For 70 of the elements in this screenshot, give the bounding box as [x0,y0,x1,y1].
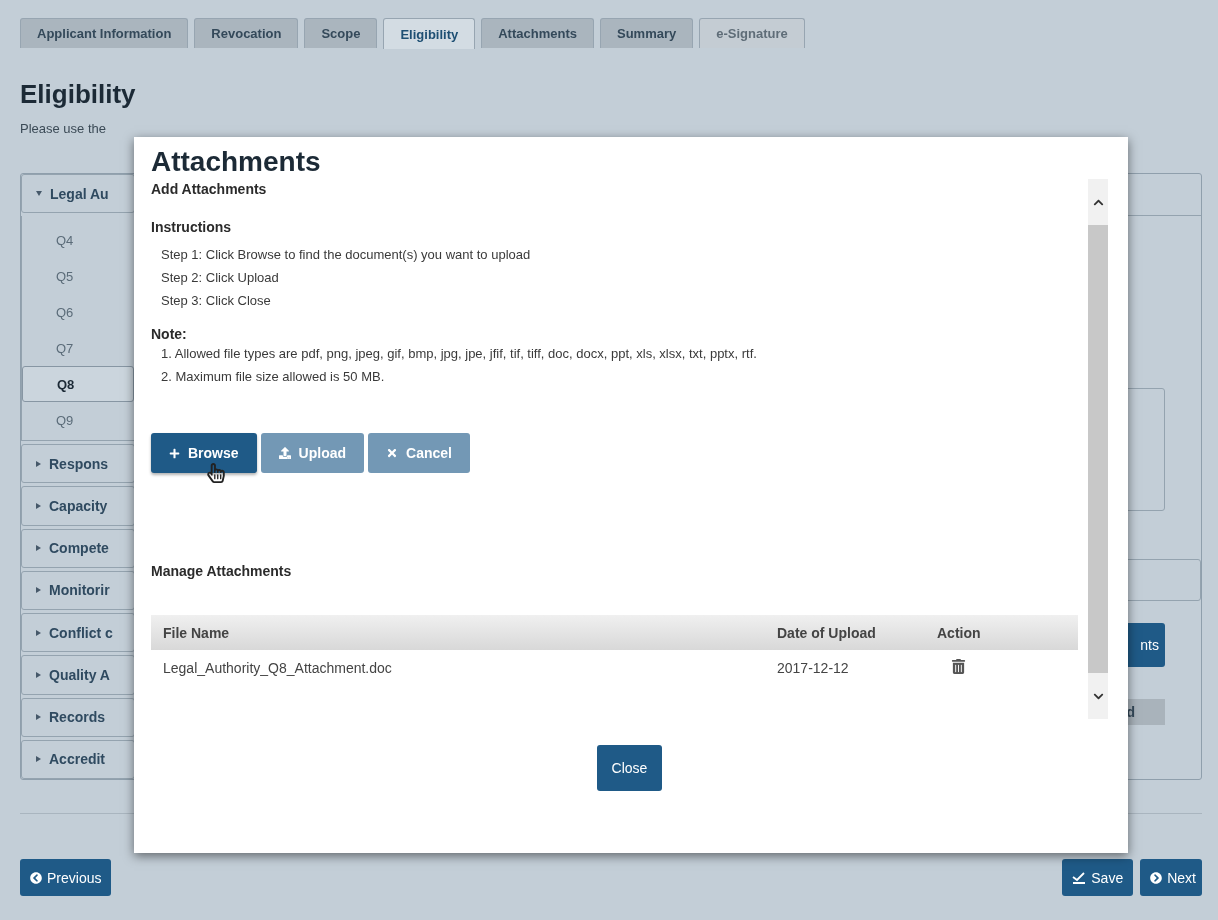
note-text: 1. Allowed file types are pdf, png, jpeg, gif, bmp, jpg, jpe, jfif, tif, tiff, doc, docx, ppt, xls, xlsx, txt, pptx, rtf. [160,345,758,363]
instruction-step: Step 2: Click Upload [151,266,1078,289]
question-item[interactable]: Q4 [22,222,134,259]
section-header[interactable]: Respons [21,444,135,484]
tab[interactable]: Attachments [481,18,594,48]
hand-cursor-icon [206,463,226,483]
close-icon [386,447,399,459]
tab[interactable]: Summary [600,18,694,48]
column-header: Action [937,624,982,641]
dialog-title: Attachments [151,145,322,179]
instruction-step: Step 1: Click Browse to find the document(s) you want to upload [151,243,1078,266]
section-header[interactable]: Monitorir [21,570,135,611]
tab[interactable]: Scope [304,18,378,48]
save-button[interactable]: Save [1062,859,1134,896]
check-icon [1072,871,1087,884]
caret-icon [36,671,41,678]
caret-icon [36,191,42,197]
instruction-step: Step 3: Click Close [151,289,1078,312]
plus-icon [169,447,180,459]
section-header[interactable]: Quality A [21,655,135,695]
upload-icon [278,447,291,459]
caret-icon [36,629,41,636]
section-title: Respons [49,455,109,472]
next-button[interactable]: Next [1140,859,1202,896]
section-header[interactable]: Compete [21,528,135,568]
section-title: Quality A [49,666,110,683]
chevron-left-icon [30,871,42,884]
section-title: Conflict c [49,624,113,641]
file-name-cell-text: Legal_Authority_Q8_Attachment.doc [163,660,393,676]
instruction-text: Please use the [20,121,107,137]
section-title: Compete [49,540,109,557]
caret-icon [36,587,41,594]
column-header: File Name [163,624,231,641]
instructions-heading: Instructions [151,219,233,235]
scrollbar[interactable] [1088,179,1108,719]
question-item[interactable]: Q9 [22,402,134,439]
caret-icon [36,545,41,552]
page-title: Eligibility [20,78,137,110]
note-text: 2. Maximum file size allowed is 50 MB. [160,368,386,386]
previous-button[interactable]: Previous [20,859,112,896]
date-cell-text: 2017-12-12 [777,660,850,676]
column-header: Date of Upload [777,624,877,641]
tab[interactable]: Applicant Information [20,18,189,48]
section-title: Capacity [49,498,108,515]
close-button[interactable]: Close [596,745,663,791]
tab[interactable]: Revocation [194,18,299,48]
section-header[interactable]: Accredit [21,739,135,779]
browse-button[interactable]: Browse [151,433,257,473]
caret-icon [36,756,41,763]
section-header[interactable]: Conflict c [21,613,135,653]
question-item[interactable]: Q6 [22,294,134,331]
section-title: Records [49,709,106,726]
dialog-subtitle: Add Attachments [151,181,268,197]
caret-icon [36,503,41,510]
section-title: Legal Au [50,185,109,202]
caret-icon [36,714,41,721]
caret-icon [36,460,41,467]
question-item[interactable]: Q5 [22,258,134,295]
section-title: Accredit [49,751,106,768]
section-header[interactable]: Legal Au [21,174,135,214]
tab[interactable]: Eligibility [383,18,476,49]
manage-heading: Manage Attachments [151,563,293,579]
question-item[interactable]: Q8 [22,366,134,403]
section-header[interactable]: Capacity [21,486,135,526]
chevron-right-icon [1150,871,1163,884]
question-item[interactable]: Q7 [22,330,134,367]
section-header[interactable]: Records [21,697,135,737]
note-heading: Note: [151,326,188,342]
trash-icon[interactable] [951,659,966,674]
section-title: Monitorir [49,582,110,599]
